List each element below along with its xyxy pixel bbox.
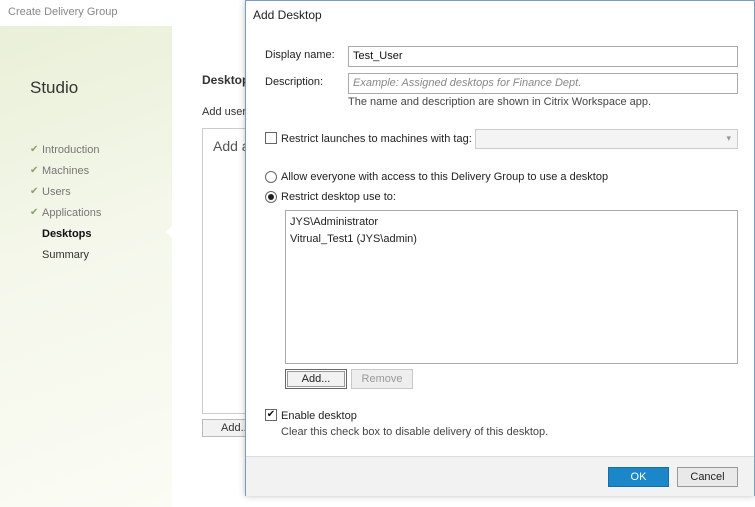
display-name-label: Display name: — [265, 49, 335, 61]
display-name-input[interactable]: Test_User — [348, 46, 738, 67]
description-label: Description: — [265, 76, 324, 88]
step-label: Summary — [42, 248, 90, 261]
step-label: Introduction — [42, 143, 100, 156]
step-introduction: ✔ Introduction — [30, 139, 101, 160]
tag-select[interactable]: ▾ — [475, 129, 738, 149]
checkmark-icon: ✔ — [30, 165, 39, 176]
page-heading: Desktop — [202, 73, 250, 87]
step-label: Machines — [42, 164, 90, 177]
remove-user-button[interactable]: Remove — [351, 369, 413, 389]
add-desktop-dialog: Add Desktop Display name: Test_User Desc… — [245, 0, 755, 496]
restrict-use-label: Restrict desktop use to: — [281, 191, 396, 203]
user-list[interactable]: JYS\Administrator Vitrual_Test1 (JYS\adm… — [285, 210, 738, 364]
checkmark-icon: ✔ — [266, 409, 276, 420]
allow-everyone-radio[interactable] — [265, 171, 277, 183]
restrict-tag-checkbox[interactable] — [265, 132, 277, 144]
step-machines: ✔ Machines — [30, 160, 101, 181]
window-title: Create Delivery Group — [8, 6, 118, 18]
checkmark-icon: ✔ — [30, 144, 39, 155]
step-users: ✔ Users — [30, 181, 101, 202]
step-label: Users — [42, 185, 71, 198]
checkmark-icon: ✔ — [30, 186, 39, 197]
restrict-use-radio[interactable] — [265, 191, 277, 203]
chevron-down-icon: ▾ — [726, 133, 731, 143]
step-summary: Summary — [30, 244, 101, 265]
step-label: Applications — [42, 206, 102, 219]
add-user-button[interactable]: Add... — [285, 369, 347, 389]
wizard-steps: ✔ Introduction ✔ Machines ✔ Users ✔ Applicat… — [30, 139, 101, 265]
app-name: Studio — [30, 78, 79, 97]
allow-everyone-label: Allow everyone with access to this Deliv… — [281, 171, 609, 183]
enable-desktop-checkbox[interactable]: ✔ — [265, 409, 277, 421]
ok-button[interactable]: OK — [608, 467, 669, 487]
current-step-indicator — [166, 225, 173, 239]
wizard-sidebar — [0, 26, 172, 507]
step-label: Desktops — [42, 227, 92, 240]
dialog-footer: OK Cancel — [246, 456, 754, 496]
name-hint: The name and description are shown in Ci… — [348, 96, 652, 108]
restrict-tag-label: Restrict launches to machines with tag: — [281, 133, 472, 145]
step-applications: ✔ Applications — [30, 202, 101, 223]
list-item[interactable]: Vitrual_Test1 (JYS\admin) — [290, 231, 733, 248]
description-input[interactable]: Example: Assigned desktops for Finance D… — [348, 73, 738, 94]
step-desktops: Desktops — [30, 223, 101, 244]
enable-desktop-hint: Clear this check box to disable delivery… — [281, 426, 549, 438]
enable-desktop-label: Enable desktop — [281, 410, 357, 422]
list-item[interactable]: JYS\Administrator — [290, 214, 733, 231]
checkmark-icon: ✔ — [30, 207, 39, 218]
cancel-button[interactable]: Cancel — [677, 467, 738, 487]
dialog-title: Add Desktop — [253, 8, 322, 22]
